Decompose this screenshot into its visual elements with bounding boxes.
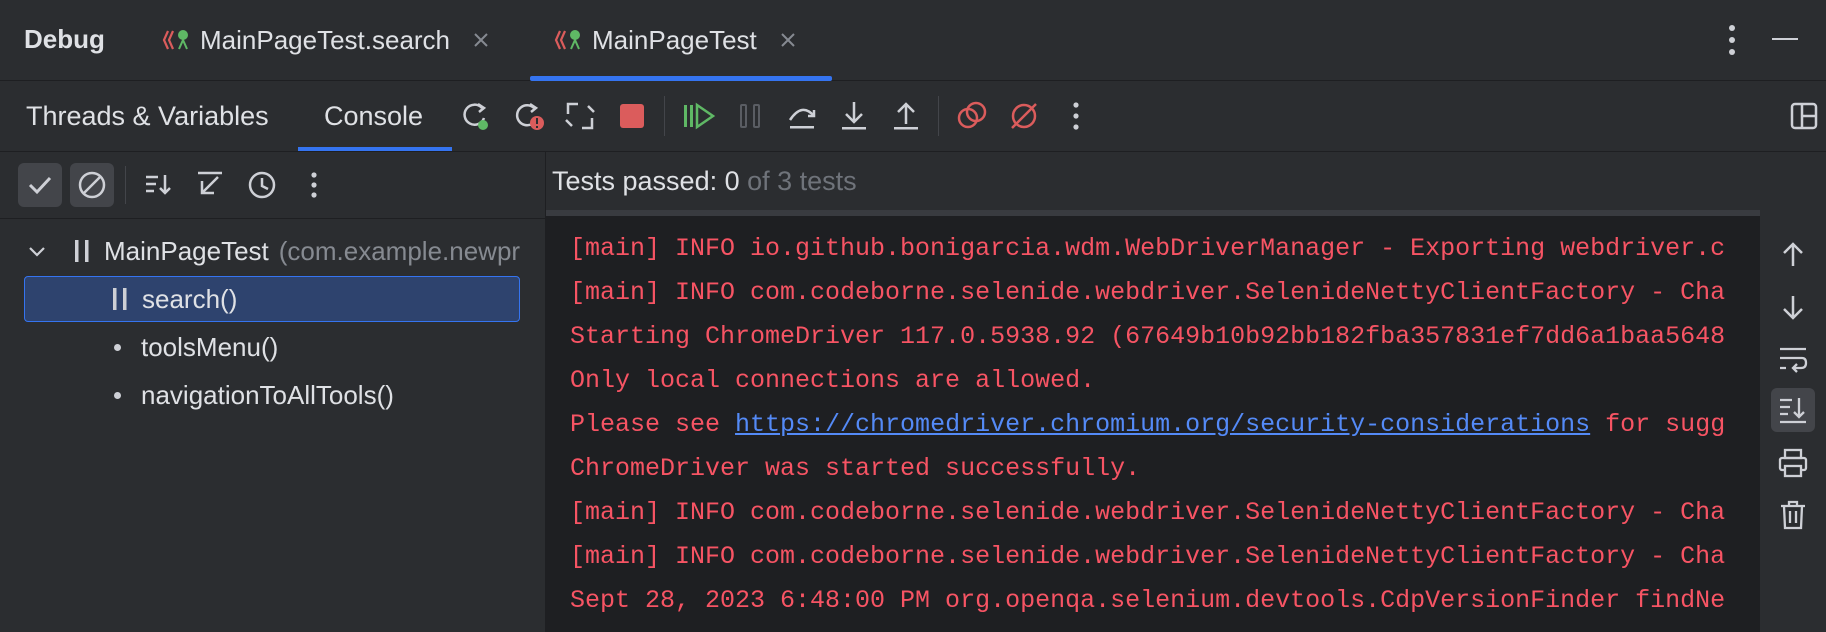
paused-icon: [75, 240, 89, 262]
tab-console[interactable]: Console: [324, 81, 423, 151]
paused-icon: [113, 288, 127, 310]
tree-node-mainpagetest[interactable]: MainPageTest (com.example.newpr: [26, 229, 520, 273]
rerun-icon[interactable]: [458, 98, 494, 134]
layout-icon[interactable]: [1786, 98, 1822, 134]
history-icon[interactable]: [246, 169, 278, 201]
tab-label: MainPageTest: [592, 24, 757, 55]
toolbar-separator: [125, 166, 126, 204]
security-considerations-link[interactable]: https://chromedriver.chromium.org/securi…: [735, 410, 1590, 439]
tree-node-navigationtoalltools[interactable]: navigationToAllTools(): [114, 373, 394, 417]
console-line: ChromeDriver was started successfully.: [570, 454, 1141, 483]
horizontal-scrollbar[interactable]: [546, 210, 1760, 216]
pause-icon[interactable]: [732, 98, 768, 134]
step-into-icon[interactable]: [836, 98, 872, 134]
arrow-up-icon[interactable]: [1776, 238, 1810, 272]
trash-icon[interactable]: [1776, 498, 1810, 532]
console-text: for sugg: [1590, 410, 1726, 439]
test-status-text: Tests passed: 0 of 3 tests: [552, 166, 857, 197]
console-line: Starting ChromeDriver 117.0.5938.92 (676…: [570, 322, 1726, 351]
test-debug-icon: [162, 30, 188, 50]
tree-node-label: MainPageTest: [104, 235, 269, 266]
selected-row-highlight: [24, 276, 520, 322]
check-icon: [28, 176, 52, 195]
rerun-failed-icon[interactable]: [510, 98, 546, 134]
pending-icon: [114, 343, 121, 351]
close-icon[interactable]: [472, 31, 490, 49]
tree-node-label: navigationToAllTools(): [141, 379, 394, 410]
tool-window-title: Debug: [24, 24, 105, 54]
console-line: [main] INFO com.codeborne.selenide.webdr…: [570, 498, 1726, 527]
more-vertical-icon[interactable]: [1058, 98, 1094, 134]
collapse-icon[interactable]: [194, 169, 226, 201]
step-over-icon[interactable]: [784, 98, 820, 134]
console-line: [main] INFO com.codeborne.selenide.webdr…: [570, 542, 1726, 571]
tab-mainpagetest[interactable]: MainPageTest: [554, 0, 797, 80]
resume-icon[interactable]: [680, 98, 716, 134]
close-icon[interactable]: [779, 31, 797, 49]
minimize-icon[interactable]: [1772, 38, 1798, 40]
sort-icon[interactable]: [142, 169, 174, 201]
tests-total-label: of 3 tests: [747, 166, 857, 196]
step-out-icon[interactable]: [888, 98, 924, 134]
print-icon[interactable]: [1776, 446, 1810, 480]
console-line: [main] INFO com.codeborne.selenide.webdr…: [570, 278, 1726, 307]
pending-icon: [114, 391, 121, 399]
tab-threads-variables[interactable]: Threads & Variables: [26, 81, 269, 151]
arrow-down-icon[interactable]: [1776, 290, 1810, 324]
console-line: Sept 28, 2023 6:48:00 PM org.openqa.sele…: [570, 586, 1726, 615]
ignored-icon: [78, 171, 106, 199]
tree-node-label: toolsMenu(): [141, 331, 279, 362]
toolbar-separator: [938, 96, 939, 136]
console-text: Please see: [570, 410, 736, 439]
view-breakpoints-icon[interactable]: [954, 98, 990, 134]
mute-breakpoints-icon[interactable]: [1006, 98, 1042, 134]
more-vertical-icon[interactable]: [1718, 22, 1746, 58]
console-line: [main] INFO io.github.bonigarcia.wdm.Web…: [570, 234, 1726, 263]
tree-node-toolsmenu[interactable]: toolsMenu(): [114, 325, 278, 369]
toolbar-separator: [664, 96, 665, 136]
soft-wrap-icon[interactable]: [1776, 342, 1810, 376]
test-debug-icon: [554, 30, 580, 50]
tree-node-package: (com.example.newpr: [278, 235, 521, 266]
chevron-down-icon[interactable]: [26, 240, 48, 262]
tree-node-search[interactable]: search(): [110, 277, 237, 321]
tab-label: MainPageTest.search: [200, 24, 451, 55]
console-line-with-link: Please see https://chromedriver.chromium…: [570, 410, 1725, 439]
more-vertical-icon[interactable]: [298, 169, 330, 201]
tree-node-label: search(): [142, 283, 238, 314]
active-tab-indicator: [298, 147, 452, 151]
tab-mainpagetest-search[interactable]: MainPageTest.search: [162, 0, 490, 80]
scroll-to-end-icon: [1780, 398, 1806, 424]
stop-icon[interactable]: [614, 98, 650, 134]
console-line: Only local connections are allowed.: [570, 366, 1096, 395]
restart-icon[interactable]: [562, 98, 598, 134]
tests-passed-label: Tests passed: 0: [552, 166, 740, 196]
